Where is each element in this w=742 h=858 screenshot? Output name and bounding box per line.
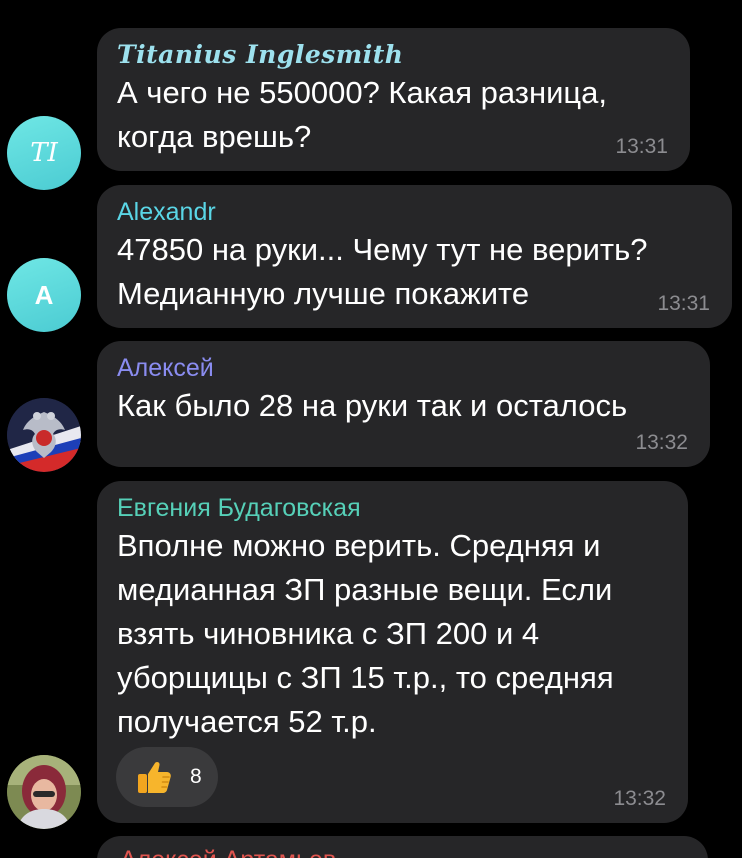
message-text: 47850 на руки... Чему тут не верить? Мед… — [117, 232, 648, 311]
profile-photo-avatar[interactable] — [7, 755, 81, 829]
chat-view: TI Titanius Inglesmith А чего не 550000?… — [0, 0, 742, 858]
message-time: 13:32 — [635, 431, 688, 454]
sender-name[interactable]: Евгения Будаговская — [117, 492, 668, 524]
message-text: Вполне можно верить. Средняя и медианная… — [117, 528, 614, 739]
thumbs-up-icon — [138, 761, 171, 793]
avatar[interactable]: TI — [7, 116, 81, 190]
message-text: Как было 28 на руки так и осталось — [117, 388, 628, 423]
profile-photo-icon — [7, 755, 81, 829]
message-bubble[interactable]: Евгения Будаговская Вполне можно верить.… — [97, 481, 688, 823]
reaction-button[interactable]: 8 — [116, 747, 218, 807]
sender-name[interactable]: Алексей — [117, 352, 690, 384]
message-time: 13:32 — [613, 787, 666, 810]
message-time: 13:31 — [657, 292, 710, 315]
message-bubble[interactable]: Titanius Inglesmith А чего не 550000? Ка… — [97, 28, 690, 171]
avatar-initials: A — [34, 279, 54, 310]
avatar-initials: TI — [30, 138, 58, 168]
sender-name[interactable]: Titanius Inglesmith — [117, 39, 670, 71]
reaction-count: 8 — [190, 765, 202, 788]
message-bubble[interactable]: Алексей Как было 28 на руки так и остало… — [97, 341, 710, 467]
sender-name[interactable]: Alexandr — [117, 196, 712, 228]
avatar[interactable]: A — [7, 258, 81, 332]
message-bubble[interactable]: Alexandr 47850 на руки... Чему тут не ве… — [97, 185, 732, 328]
sender-name[interactable]: Алексей Артамьев — [120, 846, 336, 858]
coat-of-arms-avatar[interactable] — [7, 398, 81, 472]
message-text: А чего не 550000? Какая разница, когда в… — [117, 75, 608, 154]
message-time: 13:31 — [615, 135, 668, 158]
coat-of-arms-icon — [7, 398, 81, 472]
